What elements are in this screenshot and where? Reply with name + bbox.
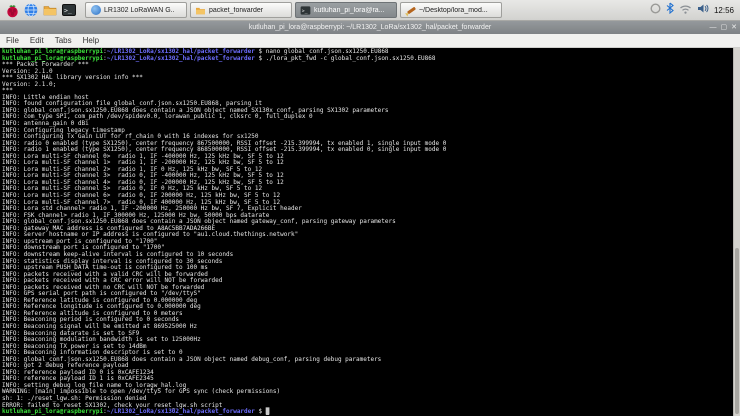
- terminal-output[interactable]: kutluhan_pi_lora@raspberrypi:~/LR1302_Lo…: [0, 48, 733, 416]
- terminal-window: kutluhan_pi_lora@raspberrypi: ~/LR1302_L…: [0, 21, 740, 416]
- cpu-monitor-icon[interactable]: [650, 1, 661, 19]
- clock: 12:56: [713, 5, 734, 15]
- desktop: >_ LR1302 LoRaWAN G.. packet_forwarder >…: [0, 0, 740, 416]
- task-button-area: LR1302 LoRaWAN G.. packet_forwarder >_ k…: [85, 2, 502, 18]
- terminal-scrollbar[interactable]: [733, 48, 740, 416]
- taskbar-window-label: LR1302 LoRaWAN G..: [104, 6, 175, 14]
- menu-file[interactable]: File: [6, 36, 19, 45]
- taskbar-window-label: ~/Desktop/lora_mod...: [419, 6, 488, 14]
- file-manager-icon[interactable]: [42, 2, 58, 18]
- taskbar-window-editor[interactable]: ~/Desktop/lora_mod...: [400, 2, 502, 18]
- taskbar-window-terminal[interactable]: >_ kutluhan_pi_lora@ra...: [295, 2, 397, 18]
- browser-tab-icon: [90, 5, 101, 16]
- maximize-button[interactable]: ▢: [721, 21, 728, 34]
- terminal-container: kutluhan_pi_lora@raspberrypi:~/LR1302_Lo…: [0, 48, 740, 416]
- bluetooth-icon[interactable]: [666, 1, 674, 19]
- system-tray: 12:56: [650, 1, 736, 19]
- menu-edit[interactable]: Edit: [30, 36, 44, 45]
- folder-icon: [195, 5, 206, 16]
- pencil-icon: [405, 5, 416, 16]
- taskbar-window-label: kutluhan_pi_lora@ra...: [314, 6, 385, 14]
- menu-bar: File Edit Tabs Help: [0, 34, 740, 48]
- volume-icon[interactable]: [697, 1, 709, 19]
- terminal-line: kutluhan_pi_lora@raspberrypi:~/LR1302_Lo…: [2, 408, 270, 416]
- window-controls: — ▢ ✕: [710, 21, 738, 34]
- wifi-icon[interactable]: [679, 1, 692, 19]
- taskbar: >_ LR1302 LoRaWAN G.. packet_forwarder >…: [0, 0, 740, 21]
- close-button[interactable]: ✕: [731, 21, 737, 34]
- window-title: kutluhan_pi_lora@raspberrypi: ~/LR1302_L…: [248, 24, 492, 31]
- minimize-button[interactable]: —: [710, 21, 717, 34]
- scrollbar-thumb[interactable]: [735, 248, 739, 414]
- svg-text:>_: >_: [302, 8, 308, 14]
- terminal-launcher-icon[interactable]: >_: [61, 2, 77, 18]
- menu-help[interactable]: Help: [83, 36, 99, 45]
- taskbar-window-lr1302-browser[interactable]: LR1302 LoRaWAN G..: [85, 2, 187, 18]
- taskbar-window-packet-forwarder[interactable]: packet_forwarder: [190, 2, 292, 18]
- terminal-icon: >_: [300, 5, 311, 16]
- menu-tabs[interactable]: Tabs: [55, 36, 72, 45]
- window-titlebar[interactable]: kutluhan_pi_lora@raspberrypi: ~/LR1302_L…: [0, 21, 740, 34]
- launcher-area: >_: [4, 2, 77, 18]
- svg-text:>_: >_: [64, 7, 72, 15]
- browser-globe-icon[interactable]: [23, 2, 39, 18]
- raspberry-menu-icon[interactable]: [4, 2, 20, 18]
- taskbar-window-label: packet_forwarder: [209, 6, 264, 14]
